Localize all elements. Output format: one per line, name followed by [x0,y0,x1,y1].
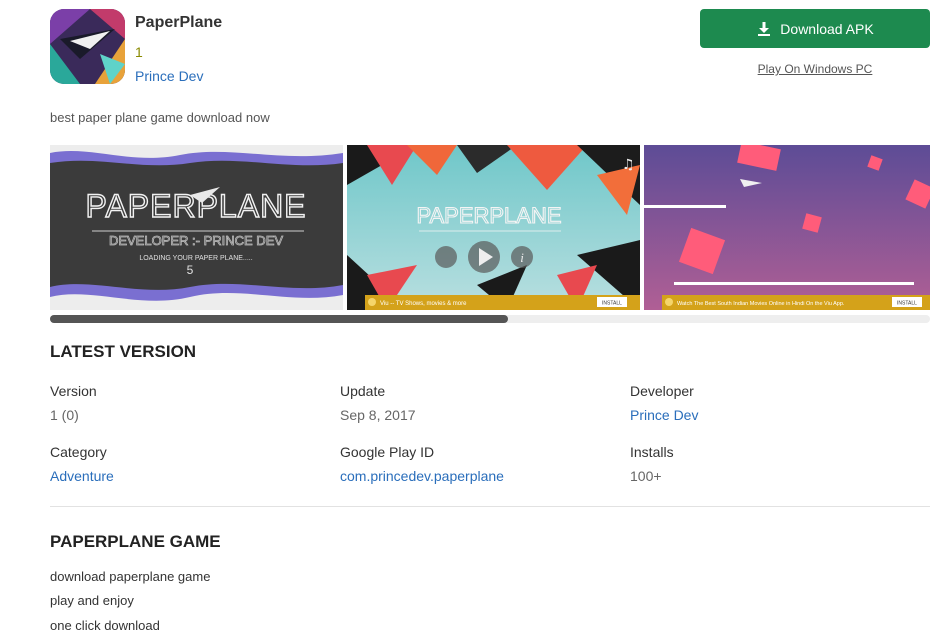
version-value: 1 (0) [50,407,79,423]
screenshot-1[interactable]: PAPERPLANE DEVELOPER :- PRINCE DEV LOADI… [50,145,343,310]
screenshot-scrollbar[interactable] [50,315,930,323]
app-title: PaperPlane [135,14,223,31]
category-link[interactable]: Adventure [50,468,114,484]
installs-value: 100+ [630,468,662,484]
category-label: Category [50,444,107,460]
app-icon [50,9,125,84]
description-line: play and enjoy [50,593,134,608]
screenshot-3[interactable]: Watch The Best South Indian Movies Onlin… [644,145,930,310]
developer-link[interactable]: Prince Dev [630,407,698,423]
latest-version-heading: LATEST VERSION [50,342,197,361]
screenshot-scrollbar-thumb[interactable] [50,315,508,323]
shot3-ad-text: Watch The Best South Indian Movies Onlin… [677,301,845,307]
download-apk-label: Download APK [780,20,874,37]
svg-text:i: i [520,250,524,265]
update-value: Sep 8, 2017 [340,407,416,423]
developer-label: Developer [630,383,694,399]
update-label: Update [340,383,386,399]
google-play-id-label: Google Play ID [340,444,435,460]
play-on-pc-link[interactable]: Play On Windows PC [700,62,930,76]
google-play-id-link[interactable]: com.princedev.paperplane [340,468,504,484]
app-tagline: best paper plane game download now [50,110,270,125]
shot1-loading: LOADING YOUR PAPER PLANE..... [139,255,252,262]
screenshot-carousel[interactable]: PAPERPLANE DEVELOPER :- PRINCE DEV LOADI… [50,145,930,310]
shot1-title: PAPERPLANE [85,188,306,224]
download-icon [758,21,771,36]
shot3-ad-button: INSTALL [897,301,917,307]
shot2-ad-button: INSTALL [602,301,622,307]
shot2-ad-text: Viu -- TV Shows, movies & more [380,301,467,307]
app-developer-link[interactable]: Prince Dev [135,68,203,84]
shot2-title: PAPERPLANE [416,203,561,228]
version-label: Version [50,383,97,399]
app-version: 1 [135,44,143,60]
game-heading: PAPERPLANE GAME [50,532,221,551]
description-line: download paperplane game [50,569,211,584]
svg-text:♫: ♫ [622,157,635,173]
screenshot-2[interactable]: PAPERPLANE i Viu -- TV Shows, movies & m… [347,145,640,310]
section-divider [50,506,930,507]
installs-label: Installs [630,444,674,460]
download-apk-button[interactable]: Download APK [700,9,930,48]
description-line: one click download [50,618,160,633]
shot1-count: 5 [187,263,194,277]
shot1-developer: DEVELOPER :- PRINCE DEV [109,233,283,248]
